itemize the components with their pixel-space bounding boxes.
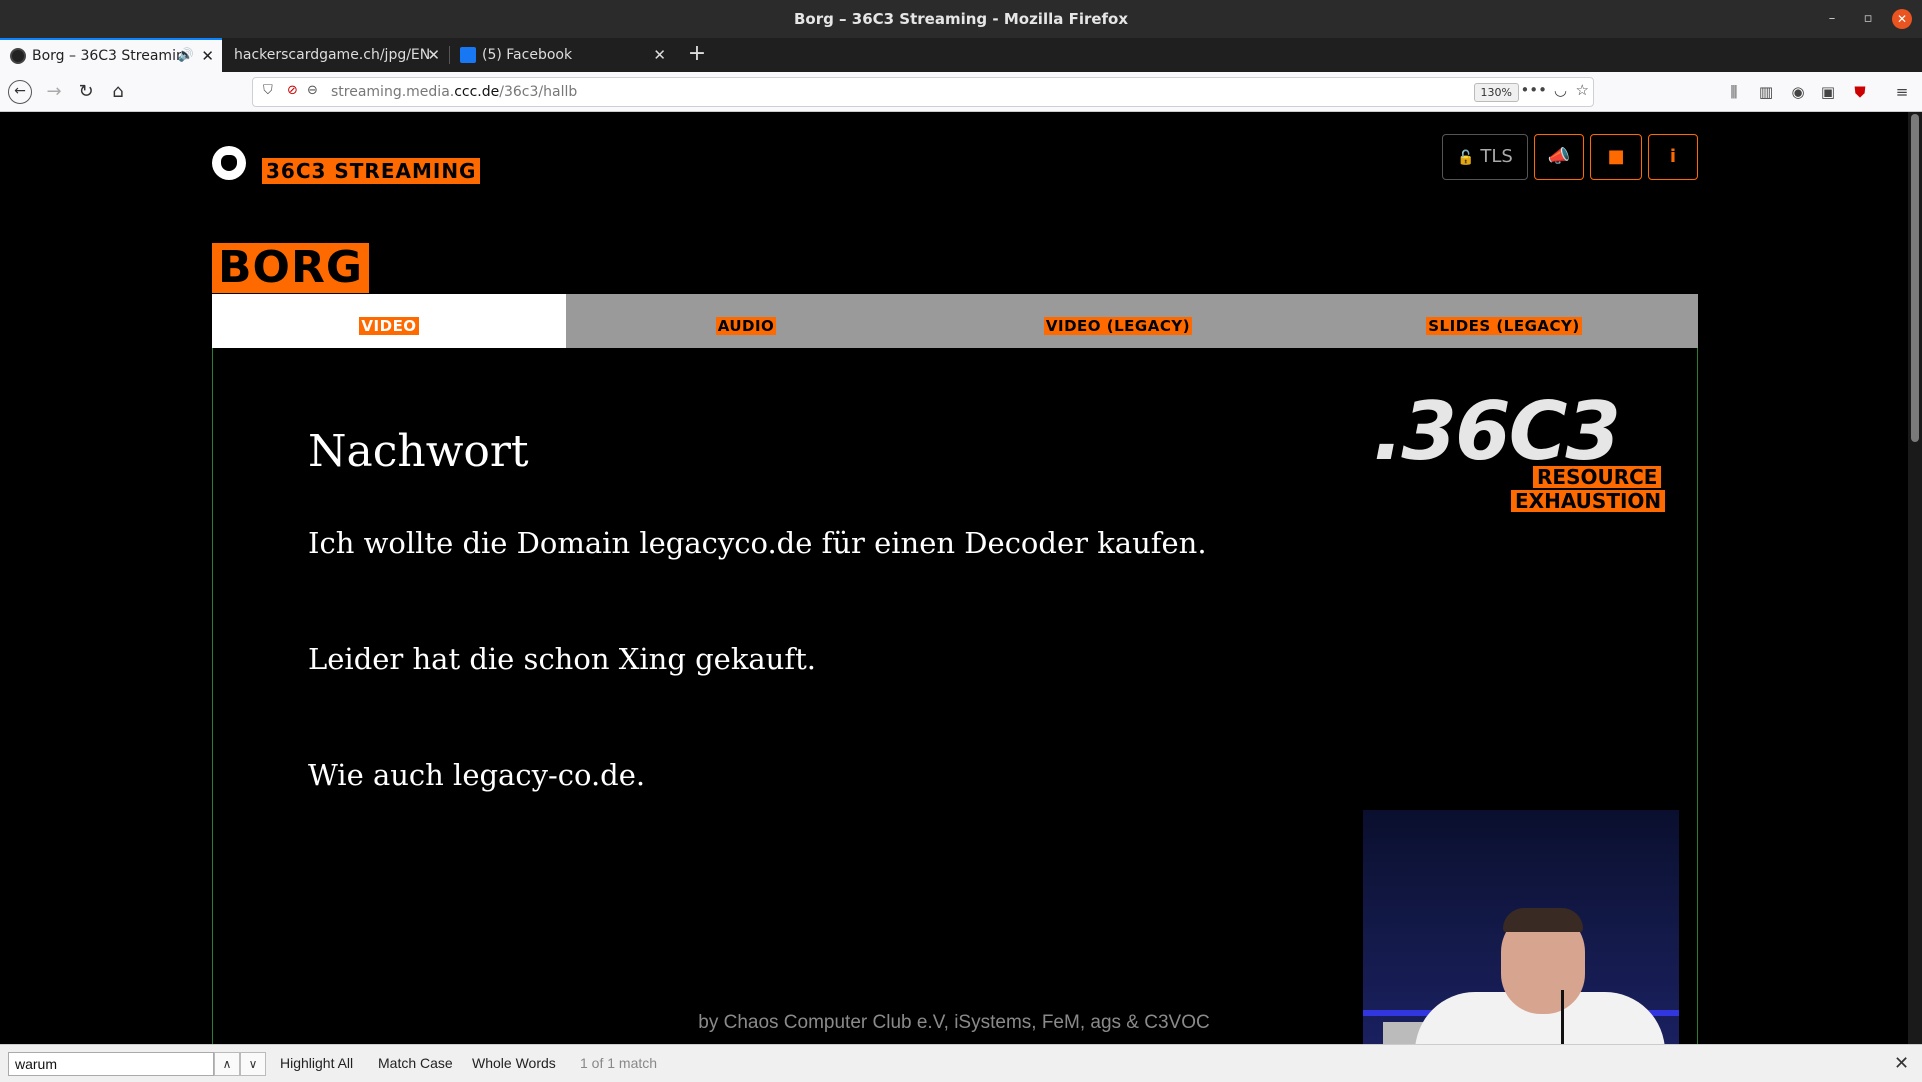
shield-icon[interactable]: ⛉ [263, 83, 273, 98]
page-actions-icon[interactable]: ••• [1520, 81, 1547, 99]
tab-close-icon[interactable]: ✕ [201, 40, 214, 72]
info-button[interactable]: i [1648, 134, 1698, 180]
site-logo-text: 36C3 STREAMING [262, 158, 481, 184]
tab-video[interactable]: VIDEO [212, 294, 566, 348]
window-close-button[interactable]: ✕ [1892, 9, 1912, 29]
extension-icon[interactable]: ▣ [1818, 82, 1838, 102]
github-cat-icon [10, 48, 26, 64]
url-bar[interactable]: ⛉ ⊘ ⊖ streaming.media.ccc.de/36c3/hallb … [252, 77, 1594, 107]
find-input[interactable] [8, 1052, 214, 1076]
36c3-logo-exhaustion: EXHAUSTION [1511, 490, 1666, 512]
back-button[interactable]: ← [8, 80, 32, 104]
tab-label: VIDEO [359, 317, 419, 335]
36c3-logo: .36C3 RESOURCE EXHAUSTION [1363, 386, 1666, 526]
tab-title: hackerscardgame.ch/jpg/EN [234, 47, 431, 63]
home-button[interactable]: ⌂ [106, 80, 130, 104]
bookmark-star-icon[interactable]: ☆ [1576, 81, 1589, 99]
video-player[interactable]: Nachwort Ich wollte die Domain legacyco.… [212, 348, 1698, 1044]
new-tab-button[interactable]: + [682, 38, 712, 72]
tab-video-legacy[interactable]: VIDEO (LEGACY) [926, 294, 1310, 348]
slide-line: Wie auch legacy-co.de. [308, 758, 646, 792]
facebook-icon [460, 47, 476, 63]
video-camera-icon: ■ [1607, 146, 1625, 167]
unlock-icon: 🔓 [1457, 150, 1475, 166]
room-title: BORG [212, 243, 369, 293]
stream-tabs: VIDEO AUDIO VIDEO (LEGACY) SLIDES (LEGAC… [212, 294, 1698, 348]
tab-label: AUDIO [715, 317, 777, 335]
speaker-hair [1503, 908, 1583, 932]
relive-button[interactable]: ■ [1590, 134, 1642, 180]
window-titlebar: Borg – 36C3 Streaming - Mozilla Firefox … [0, 0, 1922, 38]
minimize-button[interactable]: – [1822, 9, 1842, 29]
ublock-icon[interactable]: ⛊ [1850, 82, 1870, 102]
match-case-toggle[interactable]: Match Case [378, 1055, 453, 1071]
url-prefix: streaming.media. [331, 84, 455, 100]
pocket-icon[interactable]: ◡ [1554, 81, 1567, 99]
scrollbar-thumb[interactable] [1911, 114, 1919, 442]
zoom-indicator[interactable]: 130% [1473, 83, 1519, 102]
find-close-icon[interactable]: ✕ [1894, 1053, 1909, 1074]
slide-line: Leider hat die schon Xing gekauft. [308, 642, 816, 676]
tab-facebook[interactable]: (5) Facebook ✕ [450, 38, 674, 72]
tab-audio[interactable]: AUDIO [566, 294, 926, 348]
slide-line: Ich wollte die Domain legacyco.de für ei… [308, 526, 1207, 560]
tab-close-icon[interactable]: ✕ [427, 38, 440, 72]
whole-words-toggle[interactable]: Whole Words [472, 1055, 556, 1071]
36c3-logo-resource: RESOURCE [1533, 466, 1662, 488]
nav-bar: ← → ↻ ⌂ ⛉ ⊘ ⊖ streaming.media.ccc.de/36c… [0, 72, 1922, 112]
highlight-all-toggle[interactable]: Highlight All [280, 1055, 353, 1071]
tab-hackerscardgame[interactable]: hackerscardgame.ch/jpg/EN ✕ [224, 38, 448, 72]
reload-button[interactable]: ↻ [74, 80, 98, 104]
window-title: Borg – 36C3 Streaming - Mozilla Firefox [793, 10, 1129, 28]
tab-title: (5) Facebook [482, 47, 573, 63]
tls-button[interactable]: 🔓 TLS [1442, 134, 1528, 180]
restore-button[interactable]: ▫ [1858, 9, 1878, 29]
lock-insecure-icon[interactable]: ⊖ [307, 83, 318, 98]
megaphone-icon: 📣 [1547, 146, 1571, 167]
tab-slides-legacy[interactable]: SLIDES (LEGACY) [1310, 294, 1698, 348]
find-next-button[interactable]: ∨ [240, 1052, 266, 1076]
page-footer: by Chaos Computer Club e.V, iSystems, Fe… [698, 1012, 1210, 1033]
tab-title: Borg – 36C3 Streamin [32, 48, 185, 64]
find-status: 1 of 1 match [580, 1055, 658, 1071]
tls-label: TLS [1480, 146, 1513, 167]
sidebar-icon[interactable]: ▥ [1756, 82, 1776, 102]
blocked-permission-icon[interactable]: ⊘ [287, 83, 298, 98]
find-bar: ∧ ∨ Highlight All Match Case Whole Words… [0, 1044, 1922, 1082]
announcements-button[interactable]: 📣 [1534, 134, 1584, 180]
info-icon: i [1669, 146, 1677, 167]
speaker-icon[interactable]: 🔊 [178, 40, 194, 72]
account-icon[interactable]: ◉ [1788, 82, 1808, 102]
library-icon[interactable]: ⫼ [1724, 82, 1744, 102]
tab-label: SLIDES (LEGACY) [1426, 317, 1582, 335]
url-path: /36c3/hallb [499, 84, 578, 100]
url-host: ccc.de [454, 84, 500, 100]
tab-bar: Borg – 36C3 Streamin 🔊 ✕ hackerscardgame… [0, 38, 1922, 72]
speaker-camera-inset [1363, 810, 1679, 1044]
slide-title: Nachwort [308, 426, 529, 477]
url-text[interactable]: streaming.media.ccc.de/36c3/hallb [331, 84, 577, 100]
forward-button[interactable]: → [42, 80, 66, 104]
chaos-knot-icon [212, 146, 246, 180]
page-scrollbar[interactable] [1908, 112, 1922, 1044]
menu-icon[interactable]: ≡ [1892, 82, 1912, 102]
tab-close-icon[interactable]: ✕ [653, 38, 666, 72]
tab-borg[interactable]: Borg – 36C3 Streamin 🔊 ✕ [0, 38, 222, 72]
find-previous-button[interactable]: ∧ [214, 1052, 240, 1076]
page-content: 36C3 STREAMING 🔓 TLS 📣 ■ i BORG VIDEO AU… [0, 112, 1908, 1044]
tab-label: VIDEO (LEGACY) [1043, 317, 1193, 335]
